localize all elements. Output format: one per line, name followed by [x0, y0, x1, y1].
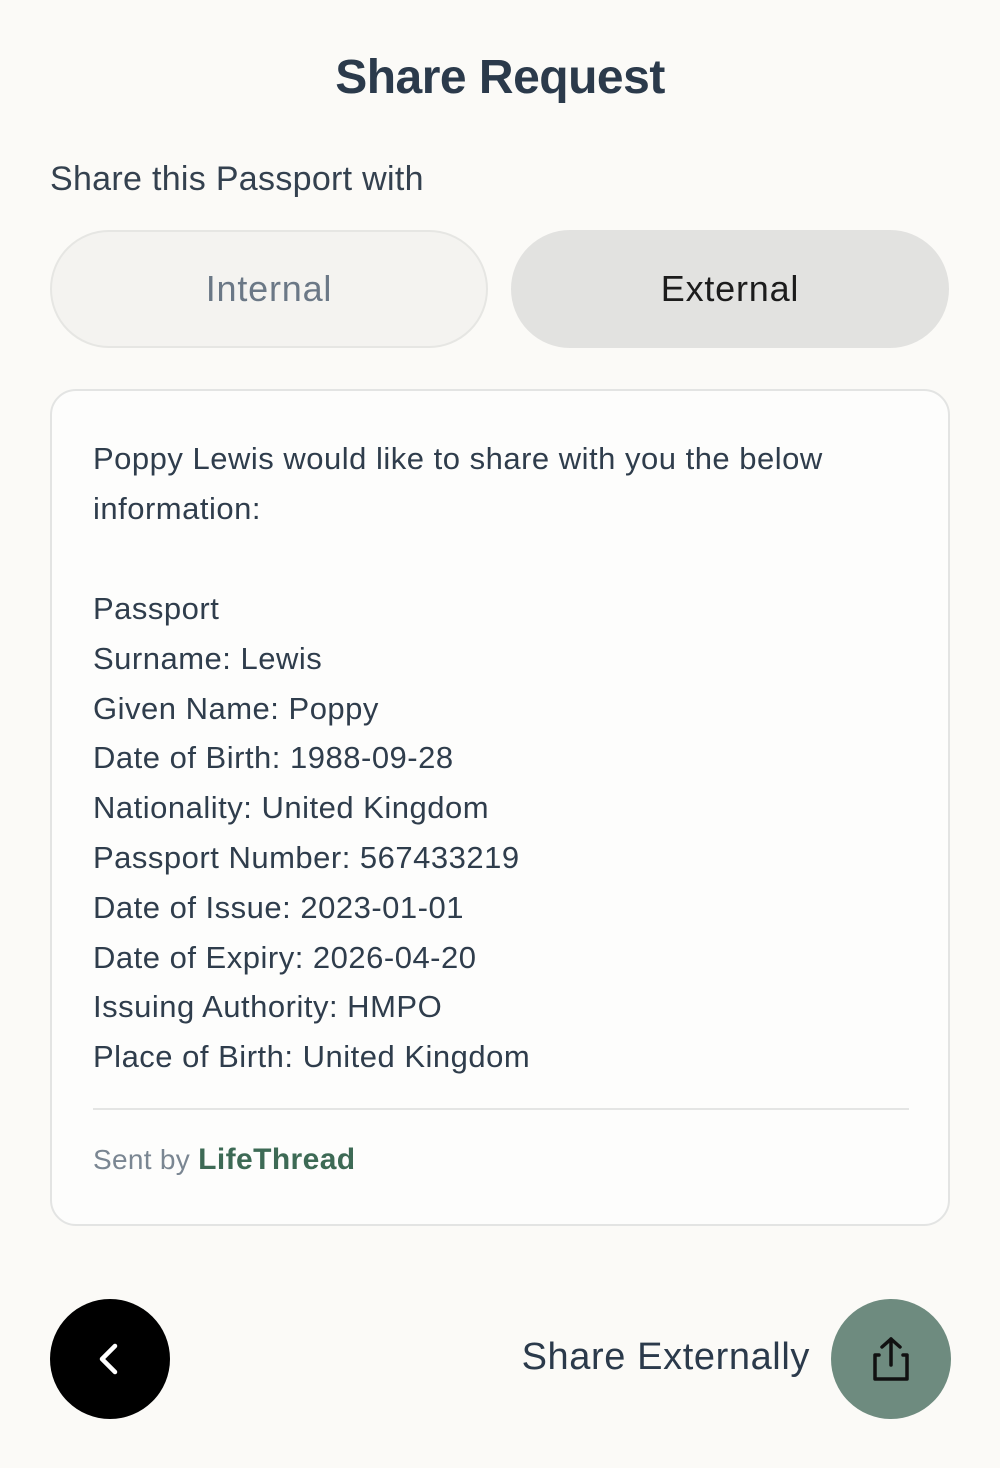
chevron-left-icon — [99, 1343, 118, 1375]
document-type: Passport — [93, 591, 220, 626]
back-button[interactable] — [50, 1299, 170, 1419]
sent-by-prefix: Sent by — [93, 1144, 191, 1175]
passport-details: Passport Surname: Lewis Given Name: Popp… — [93, 584, 530, 1082]
share-externally-label[interactable]: Share Externally — [522, 1336, 810, 1379]
internal-toggle-button[interactable]: Internal — [50, 230, 488, 348]
brand-name: LifeThread — [198, 1143, 356, 1176]
external-toggle-button[interactable]: External — [511, 230, 949, 348]
detail-given-name: Given Name: Poppy — [93, 690, 379, 726]
detail-issuing-authority: Issuing Authority: HMPO — [93, 989, 443, 1025]
detail-place-of-birth: Place of Birth: United Kingdom — [93, 1039, 531, 1075]
detail-surname: Surname: Lewis — [93, 640, 323, 676]
detail-date-of-expiry: Date of Expiry: 2026-04-20 — [93, 939, 477, 975]
page-title: Share Request — [335, 51, 665, 104]
share-preview-card: Poppy Lewis would like to share with you… — [50, 389, 950, 1226]
share-upload-icon — [873, 1337, 909, 1381]
share-target-prompt: Share this Passport with — [50, 160, 424, 198]
card-divider — [93, 1108, 909, 1110]
detail-date-of-issue: Date of Issue: 2023-01-01 — [93, 889, 464, 925]
detail-date-of-birth: Date of Birth: 1988-09-28 — [93, 740, 454, 776]
sent-by-line: Sent by LifeThread — [93, 1143, 356, 1177]
detail-passport-number: Passport Number: 567433219 — [93, 839, 520, 875]
detail-nationality: Nationality: United Kingdom — [93, 790, 490, 826]
share-message: Poppy Lewis would like to share with you… — [93, 441, 823, 526]
share-externally-button[interactable] — [831, 1299, 951, 1419]
